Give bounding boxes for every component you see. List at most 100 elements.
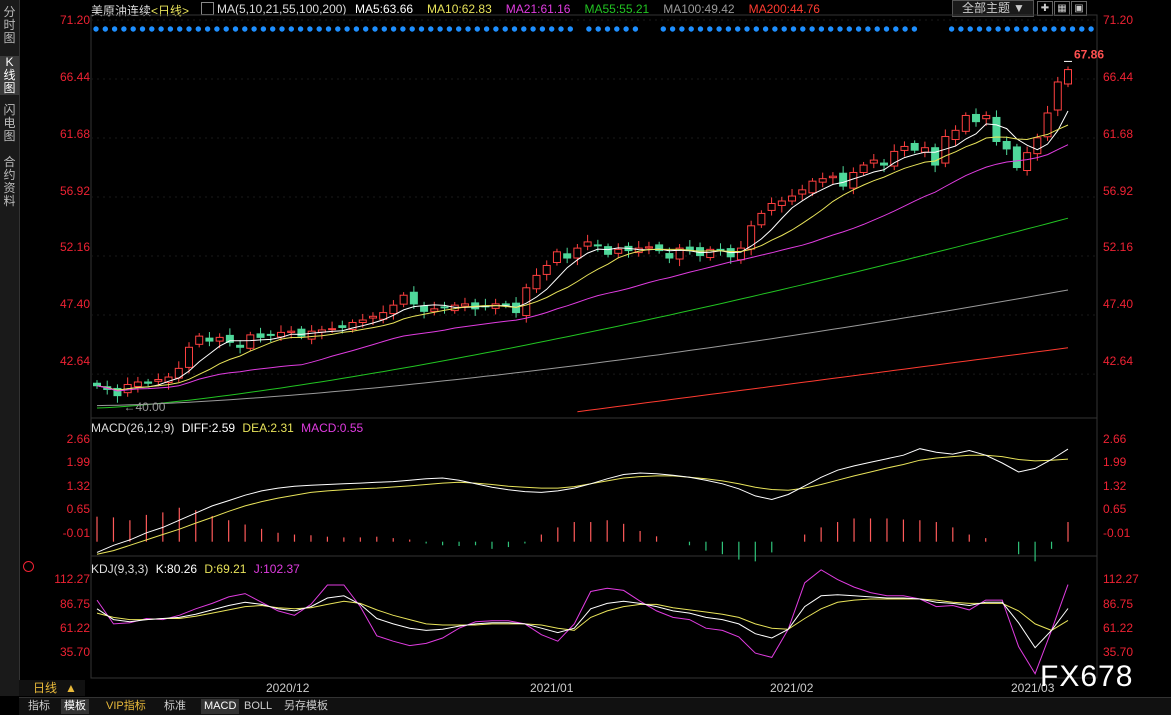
candle-body [828, 175, 837, 179]
event-dot [1014, 26, 1020, 32]
event-dot [567, 26, 573, 32]
candle-body [409, 291, 418, 305]
candle-body [297, 328, 306, 337]
x-tick-label: 2021/01 [530, 681, 574, 695]
event-dot [418, 26, 425, 32]
event-dot [604, 26, 611, 32]
ma55-line [96, 217, 1069, 409]
candle-body [736, 247, 745, 261]
tab-macd[interactable]: MACD [201, 699, 240, 714]
event-dot [623, 26, 629, 32]
candle-body [880, 162, 889, 166]
candle-body [931, 147, 940, 166]
event-dot [121, 26, 127, 32]
event-dot [102, 26, 109, 32]
event-dot [911, 26, 918, 32]
event-dot [725, 26, 732, 32]
candle-body [900, 145, 909, 151]
event-dot [158, 26, 164, 32]
k-line [96, 594, 1069, 649]
chart-canvas[interactable]: 67.86 ←40.00 [0, 0, 1171, 714]
j-line [96, 569, 1069, 675]
tab-template[interactable]: 模板 [61, 699, 89, 714]
watermark: FX678 [1040, 660, 1134, 693]
candle-body [767, 202, 776, 211]
event-dot [809, 26, 815, 32]
event-dot [325, 26, 332, 32]
event-dot [335, 26, 341, 32]
candle-body [256, 333, 265, 338]
event-dot [483, 26, 490, 32]
candle-body [93, 382, 101, 387]
candle-body [788, 195, 797, 202]
candle-body [205, 337, 214, 342]
candle-body [236, 344, 245, 348]
event-dot [874, 26, 880, 32]
candle-body [287, 330, 296, 333]
event-dot [502, 26, 508, 32]
candle-body [358, 319, 367, 323]
event-dot [846, 26, 852, 32]
x-tick-label: 2021/02 [770, 681, 814, 695]
event-dot [307, 26, 313, 32]
event-dot [976, 26, 983, 32]
event-dot [251, 26, 257, 32]
diff-line [96, 448, 1069, 553]
event-dot [837, 26, 843, 32]
event-dot [270, 26, 276, 32]
tab-save-template[interactable]: 另存模板 [281, 699, 331, 714]
event-dot [753, 26, 759, 32]
candle-body [1033, 137, 1042, 155]
event-dot [409, 26, 415, 32]
event-dot [232, 26, 239, 32]
candle-body [593, 244, 602, 247]
candle-body [604, 246, 613, 255]
tab-boll[interactable]: BOLL [241, 699, 275, 714]
event-dot [669, 26, 676, 32]
tab-standard[interactable]: 标准 [161, 699, 189, 714]
event-dot [660, 26, 666, 32]
event-dot [549, 26, 555, 32]
candle-body [266, 333, 275, 336]
tab-vip-indicator[interactable]: VIP指标 [103, 699, 149, 714]
ma200-line [577, 347, 1069, 413]
event-dot [139, 26, 146, 32]
event-dot [242, 26, 248, 32]
event-dot [986, 26, 992, 32]
event-dot [744, 26, 750, 32]
candle-body [399, 294, 408, 305]
event-dot [204, 26, 211, 32]
event-dot [353, 26, 360, 32]
tab-indicator[interactable]: 指标 [25, 699, 53, 714]
event-dot [967, 26, 973, 32]
event-dot [93, 26, 99, 32]
candle-body [910, 142, 919, 151]
event-dot [995, 26, 1001, 32]
event-dot [558, 26, 564, 32]
candle-body [307, 330, 316, 340]
low-price-label: ←40.00 [123, 400, 165, 414]
candle-body [961, 114, 970, 132]
event-dot [428, 26, 434, 32]
candle-body [665, 253, 674, 259]
event-dot [474, 26, 480, 32]
d-line [96, 598, 1069, 631]
event-dot [1041, 26, 1048, 32]
high-price-label: 67.86 [1074, 47, 1104, 61]
event-dot [958, 26, 964, 32]
period-selector[interactable]: 日线 ▲ [19, 680, 85, 696]
candle-body [184, 346, 193, 368]
candle-body [1002, 140, 1011, 150]
kdj-panel-frame [90, 555, 1098, 679]
event-dot [781, 26, 787, 32]
event-dot [316, 26, 322, 32]
event-dot [865, 26, 871, 32]
event-dot [539, 26, 546, 32]
event-dot [400, 26, 406, 32]
event-dot [679, 26, 685, 32]
candle-body [338, 325, 347, 328]
event-dot [716, 26, 722, 32]
event-dot [149, 26, 155, 32]
candle-body [542, 264, 551, 275]
event-dot [790, 26, 797, 32]
